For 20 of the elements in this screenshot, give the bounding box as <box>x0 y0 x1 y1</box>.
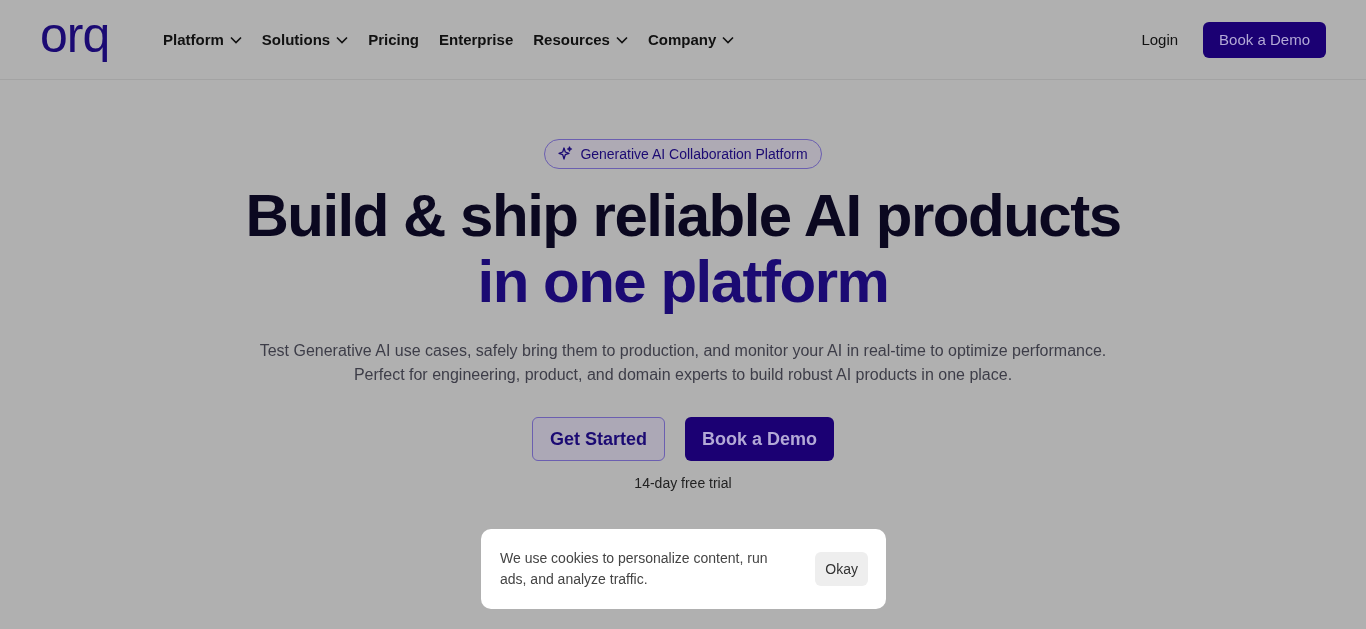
hero-subtitle: Perfect for engineering, product, and domain experts to build robust AI products in one place. <box>352 365 1014 385</box>
logo[interactable]: orq <box>40 9 118 60</box>
nav-link[interactable]: Resources <box>533 31 628 48</box>
book-demo-button[interactable]: Book a Demo <box>1203 21 1326 58</box>
cookie-message: We use cookies to personalize content, run ads, and analyze traffic. <box>500 549 769 589</box>
nav-link[interactable]: Pricing <box>368 31 420 48</box>
nav-link[interactable]: Platform <box>163 31 242 48</box>
nav-link[interactable]: Company <box>647 31 735 48</box>
nav-link[interactable]: Solutions <box>261 31 349 48</box>
trial-note: 14-day free trial <box>634 475 732 491</box>
okay-button[interactable]: Okay <box>815 552 868 586</box>
get-started-button[interactable]: Get Started <box>531 417 665 461</box>
hero-title-highlight: in one platform <box>476 249 890 315</box>
sparkle-icon <box>557 146 574 162</box>
login-link[interactable]: Login <box>1141 31 1179 48</box>
book-demo-button[interactable]: Book a Demo <box>685 417 835 461</box>
hero-title: Build & ship reliable AI products <box>245 183 1121 249</box>
badge-text: Generative AI Collaboration Platform <box>580 146 808 162</box>
hero-subtitle: Test Generative AI use cases, safely bring them to production, and monitor your AI in real-time to optimize performance. <box>259 341 1107 361</box>
nav-link[interactable]: Enterprise <box>439 31 514 48</box>
